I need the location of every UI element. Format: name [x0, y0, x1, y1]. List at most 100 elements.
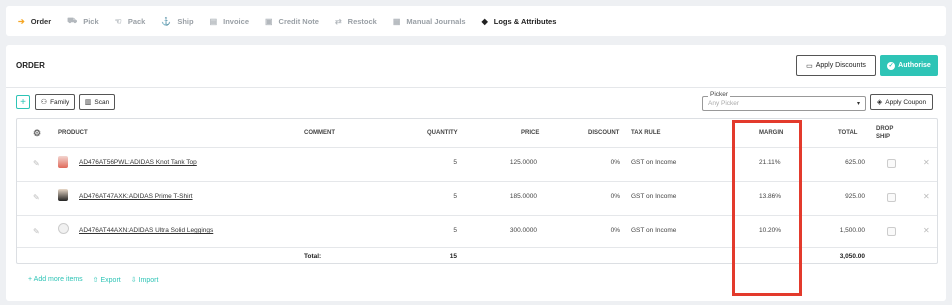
row-quantity[interactable]: 5: [417, 193, 457, 200]
row-price[interactable]: 300.0000: [487, 227, 537, 234]
tab-credit-note-label: Credit Note: [278, 16, 319, 26]
add-line-button[interactable]: +: [16, 95, 30, 109]
tab-credit-note[interactable]: ▣ Credit Note: [265, 17, 319, 26]
import-link[interactable]: ⇩ Import: [131, 276, 159, 284]
picker-select[interactable]: Picker Any Picker ▾: [702, 91, 866, 111]
invoice-icon: ▤: [209, 16, 218, 26]
apply-coupon-button[interactable]: ◈ Apply Coupon: [870, 94, 933, 110]
pencil-icon[interactable]: ✎: [33, 159, 40, 168]
export-label: Export: [100, 277, 121, 284]
product-link[interactable]: AD476AT47AXK:ADIDAS Prime T-Shirt: [79, 193, 193, 200]
header-divider: [6, 87, 946, 88]
add-more-items-link[interactable]: + Add more items: [28, 276, 83, 284]
drop-ship-checkbox[interactable]: [887, 159, 896, 168]
tab-order[interactable]: ➔ Order: [18, 17, 51, 26]
row-total: 925.00: [845, 193, 865, 200]
family-label: Family: [50, 98, 70, 106]
total-label: Total:: [304, 253, 322, 260]
tab-order-label: Order: [30, 16, 52, 26]
picker-value: Any Picker: [708, 100, 740, 107]
row-tax-rule[interactable]: GST on Income: [631, 193, 676, 200]
tag-icon: ◆: [481, 16, 488, 26]
close-icon[interactable]: ✕: [923, 158, 930, 167]
tab-restock[interactable]: ⇄ Restock: [335, 17, 377, 26]
coupon-icon: ◈: [876, 99, 883, 106]
barcode-icon: ▥: [84, 99, 92, 106]
plus-icon: +: [20, 96, 26, 108]
tab-pack[interactable]: ☜ Pack: [115, 17, 146, 26]
tab-invoice[interactable]: ▤ Invoice: [210, 17, 249, 26]
col-comment: COMMENT: [304, 130, 335, 136]
upload-icon: ⇧: [92, 277, 99, 284]
tab-restock-label: Restock: [347, 16, 377, 26]
table-footer-links: + Add more items ⇧ Export ⇩ Import: [28, 276, 158, 284]
apply-discounts-label: Apply Discounts: [815, 62, 866, 69]
row-price[interactable]: 185.0000: [487, 193, 537, 200]
tag-icon: ▭: [806, 62, 813, 70]
close-icon[interactable]: ✕: [923, 226, 930, 235]
margin-column-highlight: [732, 120, 802, 296]
row-discount[interactable]: 0%: [587, 159, 620, 166]
top-tab-bar: ➔ Order ⛟ Pick ☜ Pack ⚓ Ship ▤ Invoice ▣ Credi…: [6, 6, 946, 36]
journal-icon: ▦: [392, 16, 401, 26]
close-icon[interactable]: ✕: [923, 192, 930, 201]
tab-logs-attributes[interactable]: ◆ Logs & Attributes: [482, 17, 557, 26]
col-drop-ship-line2: SHIP: [876, 134, 891, 140]
col-discount: DISCOUNT: [588, 130, 620, 136]
row-quantity[interactable]: 5: [417, 227, 457, 234]
col-tax-rule: TAX RULE: [631, 130, 661, 136]
tab-pick-label: Pick: [83, 16, 99, 26]
product-thumbnail: [58, 156, 68, 168]
apply-discounts-button[interactable]: ▭ Apply Discounts: [796, 55, 876, 76]
ship-icon: ⚓: [161, 16, 172, 26]
row-discount[interactable]: 0%: [587, 227, 620, 234]
col-drop-ship-line1: DROP: [876, 126, 894, 132]
cart-icon: ⛟: [67, 16, 78, 25]
credit-note-icon: ▣: [264, 16, 273, 26]
row-quantity[interactable]: 5: [417, 159, 457, 166]
tab-pick[interactable]: ⛟ Pick: [67, 16, 99, 26]
tab-invoice-label: Invoice: [223, 16, 249, 26]
picker-label: Picker: [708, 91, 731, 98]
product-link[interactable]: AD476AT44AXN:ADIDAS Ultra Solid Leggings: [79, 227, 213, 234]
row-discount[interactable]: 0%: [587, 193, 620, 200]
apply-coupon-label: Apply Coupon: [885, 98, 927, 106]
tab-ship[interactable]: ⚓ Ship: [161, 17, 193, 26]
check-circle-icon: ✓: [887, 61, 896, 70]
drop-ship-checkbox[interactable]: [887, 227, 896, 236]
scan-label: Scan: [94, 98, 110, 106]
row-total: 625.00: [845, 159, 865, 166]
tab-ship-label: Ship: [177, 16, 194, 26]
row-tax-rule[interactable]: GST on Income: [631, 159, 676, 166]
product-thumbnail: [58, 189, 68, 201]
authorise-button[interactable]: ✓ Authorise: [880, 55, 938, 76]
total-quantity: 15: [449, 253, 457, 260]
tab-logs-attributes-label: Logs & Attributes: [493, 16, 557, 26]
row-price[interactable]: 125.0000: [487, 159, 537, 166]
import-label: Import: [138, 277, 159, 284]
col-product: PRODUCT: [58, 130, 88, 136]
family-button[interactable]: ⚇ Family: [35, 94, 75, 110]
family-icon: ⚇: [40, 99, 48, 106]
order-card: ORDER ▭ Apply Discounts ✓ Authorise + ⚇ Fam…: [6, 45, 946, 301]
restock-icon: ⇄: [334, 16, 342, 26]
pencil-icon[interactable]: ✎: [33, 227, 40, 236]
arrow-right-icon: ➔: [18, 16, 25, 26]
export-link[interactable]: ⇧ Export: [93, 276, 121, 284]
page-title: ORDER: [16, 61, 45, 70]
product-thumbnail: [58, 223, 69, 234]
download-icon: ⇩: [130, 277, 137, 284]
authorise-label: Authorise: [898, 62, 931, 69]
col-total: TOTAL: [838, 130, 858, 136]
row-tax-rule[interactable]: GST on Income: [631, 227, 676, 234]
scan-button[interactable]: ▥ Scan: [79, 94, 115, 110]
tab-manual-journals[interactable]: ▦ Manual Journals: [393, 17, 466, 26]
gear-icon[interactable]: ⚙: [33, 128, 41, 139]
drop-ship-checkbox[interactable]: [887, 193, 896, 202]
tab-pack-label: Pack: [127, 16, 146, 26]
tab-manual-journals-label: Manual Journals: [406, 16, 466, 26]
pencil-icon[interactable]: ✎: [33, 193, 40, 202]
grand-total: 3,050.00: [839, 253, 865, 260]
row-total: 1,500.00: [839, 227, 865, 234]
product-link[interactable]: AD476AT56PWL:ADIDAS Knot Tank Top: [79, 159, 197, 166]
